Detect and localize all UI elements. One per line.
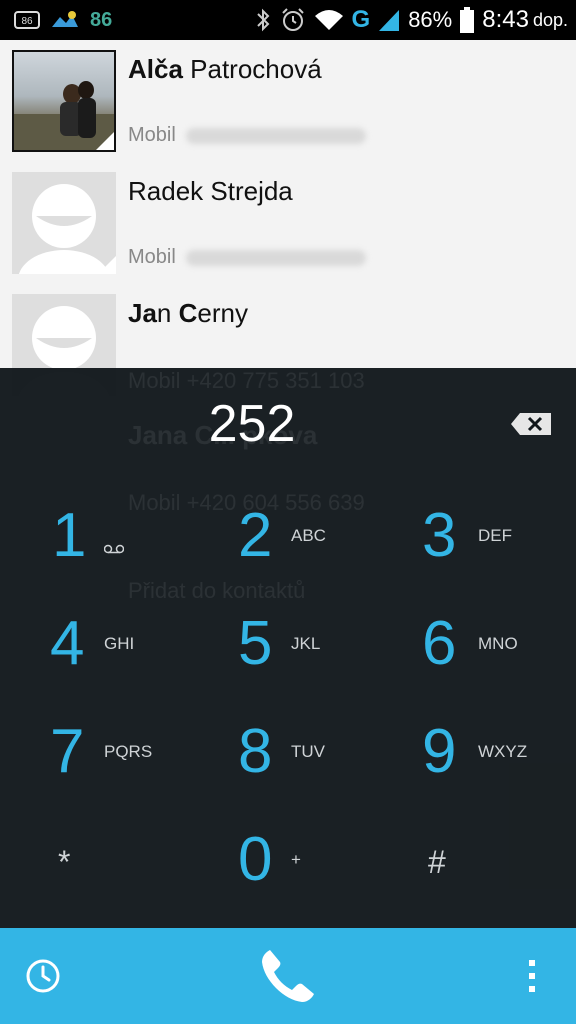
clock-icon: [26, 959, 60, 993]
contact-item[interactable]: Radek Strejda Mobil: [0, 162, 576, 284]
dial-key-3[interactable]: 3 DEF: [384, 480, 576, 588]
overflow-menu-button[interactable]: [500, 928, 564, 1024]
contact-name: Radek Strejda: [128, 176, 293, 206]
weather-icon: [52, 11, 78, 27]
dial-key-8[interactable]: 8 TUV: [192, 696, 384, 804]
sd-card-icon: 86: [14, 11, 40, 29]
digits-display-row: 252: [0, 368, 576, 480]
alarm-icon: [281, 8, 304, 31]
network-type: G: [351, 6, 371, 33]
dialed-digits[interactable]: 252: [0, 394, 504, 454]
dial-key-2[interactable]: 2 ABC: [192, 480, 384, 588]
redacted-number: [185, 249, 366, 266]
dial-key-1[interactable]: 1: [0, 480, 192, 588]
call-button[interactable]: [228, 928, 348, 1024]
battery-icon: [460, 7, 475, 33]
contact-name: Alča Patrochová: [128, 54, 322, 84]
dial-key-4[interactable]: 4 GHI: [0, 588, 192, 696]
call-history-button[interactable]: [0, 928, 86, 1024]
redacted-number: [185, 127, 366, 144]
notification-number: 86: [90, 8, 113, 31]
dialer-action-bar: [0, 928, 576, 1024]
contact-phone: Mobil: [128, 246, 366, 269]
overflow-menu-icon: [529, 960, 535, 992]
dial-key-5[interactable]: 5 JKL: [192, 588, 384, 696]
phone-icon: [262, 950, 314, 1002]
status-bar: 86 86 G 86% 8:43 dop.: [0, 0, 576, 40]
contact-name: Jan Cerny: [128, 298, 248, 328]
wifi-icon: [314, 10, 343, 30]
contact-photo[interactable]: [12, 50, 116, 152]
battery-percent: 86%: [408, 7, 453, 32]
voicemail-icon: [104, 544, 124, 554]
bluetooth-icon: [256, 8, 269, 32]
clock-time: 8:43: [482, 6, 529, 33]
contact-item[interactable]: Alča Patrochová Mobil: [0, 40, 576, 162]
dial-key-6[interactable]: 6 MNO: [384, 588, 576, 696]
dialpad: Mobil +420 775 351 103 Jana C... pkova M…: [0, 368, 576, 928]
dial-key-0[interactable]: 0 +: [192, 804, 384, 912]
signal-icon: [379, 10, 400, 31]
dial-key-9[interactable]: 9 WXYZ: [384, 696, 576, 804]
contact-photo[interactable]: [12, 172, 116, 274]
backspace-icon[interactable]: [510, 412, 552, 436]
dial-key-hash[interactable]: #: [384, 804, 576, 912]
dial-key-7[interactable]: 7 PQRS: [0, 696, 192, 804]
dial-key-star[interactable]: *: [0, 804, 192, 912]
contact-phone: Mobil: [128, 124, 366, 147]
clock-ampm: dop.: [532, 9, 568, 30]
svg-text:86: 86: [21, 16, 33, 27]
